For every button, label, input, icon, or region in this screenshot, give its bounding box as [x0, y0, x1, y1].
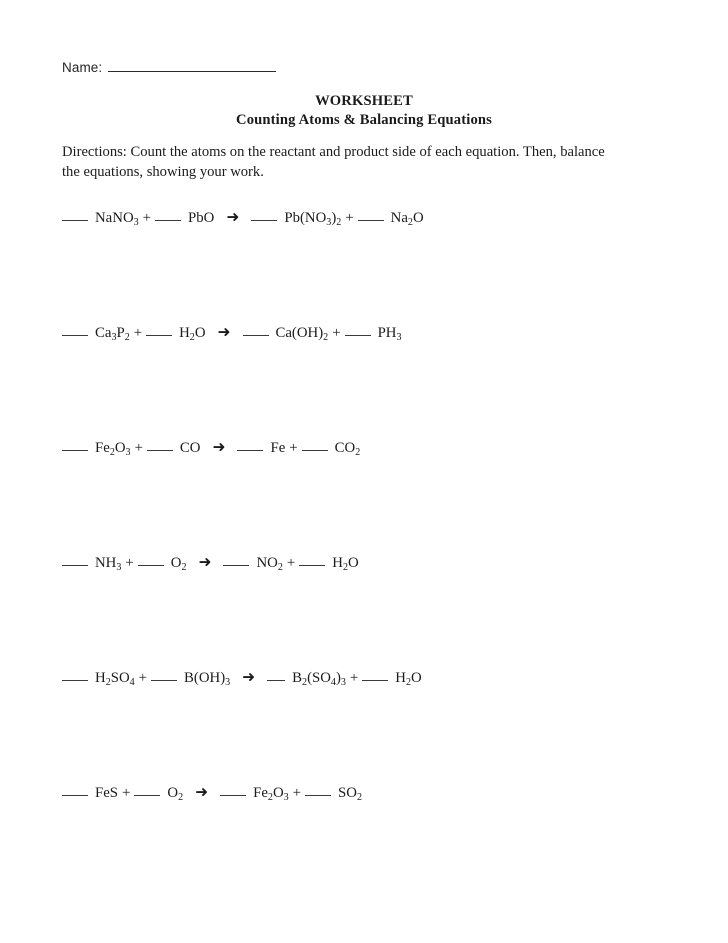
chemical-formula: Ca3P2 [95, 325, 130, 343]
equation-line: H2SO4 + B(OH)3 ➜ B2(SO4)3 + H2O [62, 666, 662, 691]
name-field-row: Name: [62, 60, 277, 75]
equation-row: H2SO4 + B(OH)3 ➜ B2(SO4)3 + H2O [62, 666, 662, 781]
chemical-formula: H2O [395, 670, 422, 688]
reaction-arrow-icon: ➜ [195, 782, 209, 801]
plus-symbol: + [125, 555, 134, 571]
chemical-formula: Fe2O3 [95, 440, 131, 458]
plus-symbol: + [345, 210, 354, 226]
plus-symbol: + [349, 670, 359, 686]
equation-line: NaNO3 + PbO ➜ Pb(NO3)2 + Na2O [62, 206, 662, 231]
chemical-formula: PbO [188, 210, 215, 226]
chemical-formula: O2 [170, 555, 187, 573]
equation-row: NH3 + O2 ➜ NO2 + H2O [62, 551, 662, 666]
coefficient-blank[interactable] [62, 324, 88, 337]
coefficient-blank[interactable] [299, 554, 326, 567]
equation-row: Ca3P2 + H2O ➜ Ca(OH)2 + PH3 [62, 321, 662, 436]
coefficient-blank[interactable] [362, 669, 389, 682]
coefficient-blank[interactable] [62, 209, 88, 222]
chemical-formula: NH3 [95, 555, 122, 573]
chemical-formula: PH3 [377, 325, 402, 343]
chemical-formula: O2 [167, 785, 184, 803]
reaction-arrow-icon: ➜ [226, 207, 240, 226]
chemical-formula: H2O [179, 325, 206, 343]
chemical-formula: Fe2O3 [253, 785, 289, 803]
reaction-arrow-icon: ➜ [212, 437, 226, 456]
chemical-formula: NaNO3 [95, 210, 139, 228]
chemical-formula: NO2 [256, 555, 283, 573]
coefficient-blank[interactable] [155, 209, 182, 222]
coefficient-blank[interactable] [301, 439, 328, 452]
chemical-formula: H2O [332, 555, 359, 573]
worksheet-page: Name: WORKSHEET Counting Atoms & Balanci… [0, 0, 728, 943]
coefficient-blank[interactable] [251, 209, 278, 222]
name-input-blank[interactable] [108, 61, 277, 72]
directions-paragraph: Directions: Count the atoms on the react… [62, 144, 605, 180]
equation-line: FeS + O2 ➜ Fe2O3 + SO2 [62, 781, 662, 806]
plus-symbol: + [142, 210, 152, 226]
title-line-worksheet: WORKSHEET [315, 93, 413, 109]
coefficient-blank[interactable] [62, 669, 88, 682]
chemical-formula: B2(SO4)3 [292, 670, 346, 688]
coefficient-blank[interactable] [62, 784, 88, 797]
coefficient-blank[interactable] [267, 669, 286, 682]
plus-symbol: + [332, 325, 341, 341]
title-line-subject: Counting Atoms & Balancing Equations [236, 112, 492, 128]
chemical-formula: Pb(NO3)2 [284, 210, 342, 228]
chemical-formula: Ca(OH)2 [275, 325, 329, 343]
coefficient-blank[interactable] [146, 324, 173, 337]
equation-row: NaNO3 + PbO ➜ Pb(NO3)2 + Na2O [62, 206, 662, 321]
coefficient-blank[interactable] [357, 209, 384, 222]
coefficient-blank[interactable] [220, 784, 247, 797]
coefficient-blank[interactable] [223, 554, 250, 567]
chemical-formula: CO [179, 440, 201, 456]
chemical-formula: Fe [270, 440, 286, 456]
coefficient-blank[interactable] [151, 669, 178, 682]
equation-line: Ca3P2 + H2O ➜ Ca(OH)2 + PH3 [62, 321, 662, 346]
coefficient-blank[interactable] [242, 324, 269, 337]
coefficient-blank[interactable] [134, 784, 161, 797]
coefficient-blank[interactable] [137, 554, 164, 567]
plus-symbol: + [286, 555, 296, 571]
equation-row: Fe2O3 + CO ➜ Fe + CO2 [62, 436, 662, 551]
plus-symbol: + [122, 785, 131, 801]
name-label: Name: [62, 60, 103, 75]
plus-symbol: + [133, 325, 143, 341]
equation-line: NH3 + O2 ➜ NO2 + H2O [62, 551, 662, 576]
chemical-formula: H2SO4 [95, 670, 135, 688]
chemical-formula: CO2 [334, 440, 361, 458]
coefficient-blank[interactable] [305, 784, 332, 797]
coefficient-blank[interactable] [146, 439, 173, 452]
equation-row: FeS + O2 ➜ Fe2O3 + SO2 [62, 781, 662, 896]
chemical-formula: B(OH)3 [184, 670, 231, 688]
chemical-formula: Na2O [390, 210, 424, 228]
plus-symbol: + [289, 440, 298, 456]
plus-symbol: + [138, 670, 148, 686]
plus-symbol: + [292, 785, 302, 801]
chemical-formula: SO2 [338, 785, 362, 803]
coefficient-blank[interactable] [62, 439, 88, 452]
coefficient-blank[interactable] [237, 439, 264, 452]
reaction-arrow-icon: ➜ [242, 667, 256, 686]
coefficient-blank[interactable] [344, 324, 371, 337]
page-title: WORKSHEET Counting Atoms & Balancing Equ… [0, 92, 728, 130]
chemical-formula: FeS [95, 785, 119, 801]
plus-symbol: + [134, 440, 143, 456]
coefficient-blank[interactable] [62, 554, 88, 567]
equation-line: Fe2O3 + CO ➜ Fe + CO2 [62, 436, 662, 461]
equation-list: NaNO3 + PbO ➜ Pb(NO3)2 + Na2O Ca3P2 + H2O ➜ Ca(OH)2… [62, 206, 662, 896]
reaction-arrow-icon: ➜ [198, 552, 212, 571]
reaction-arrow-icon: ➜ [217, 322, 231, 341]
